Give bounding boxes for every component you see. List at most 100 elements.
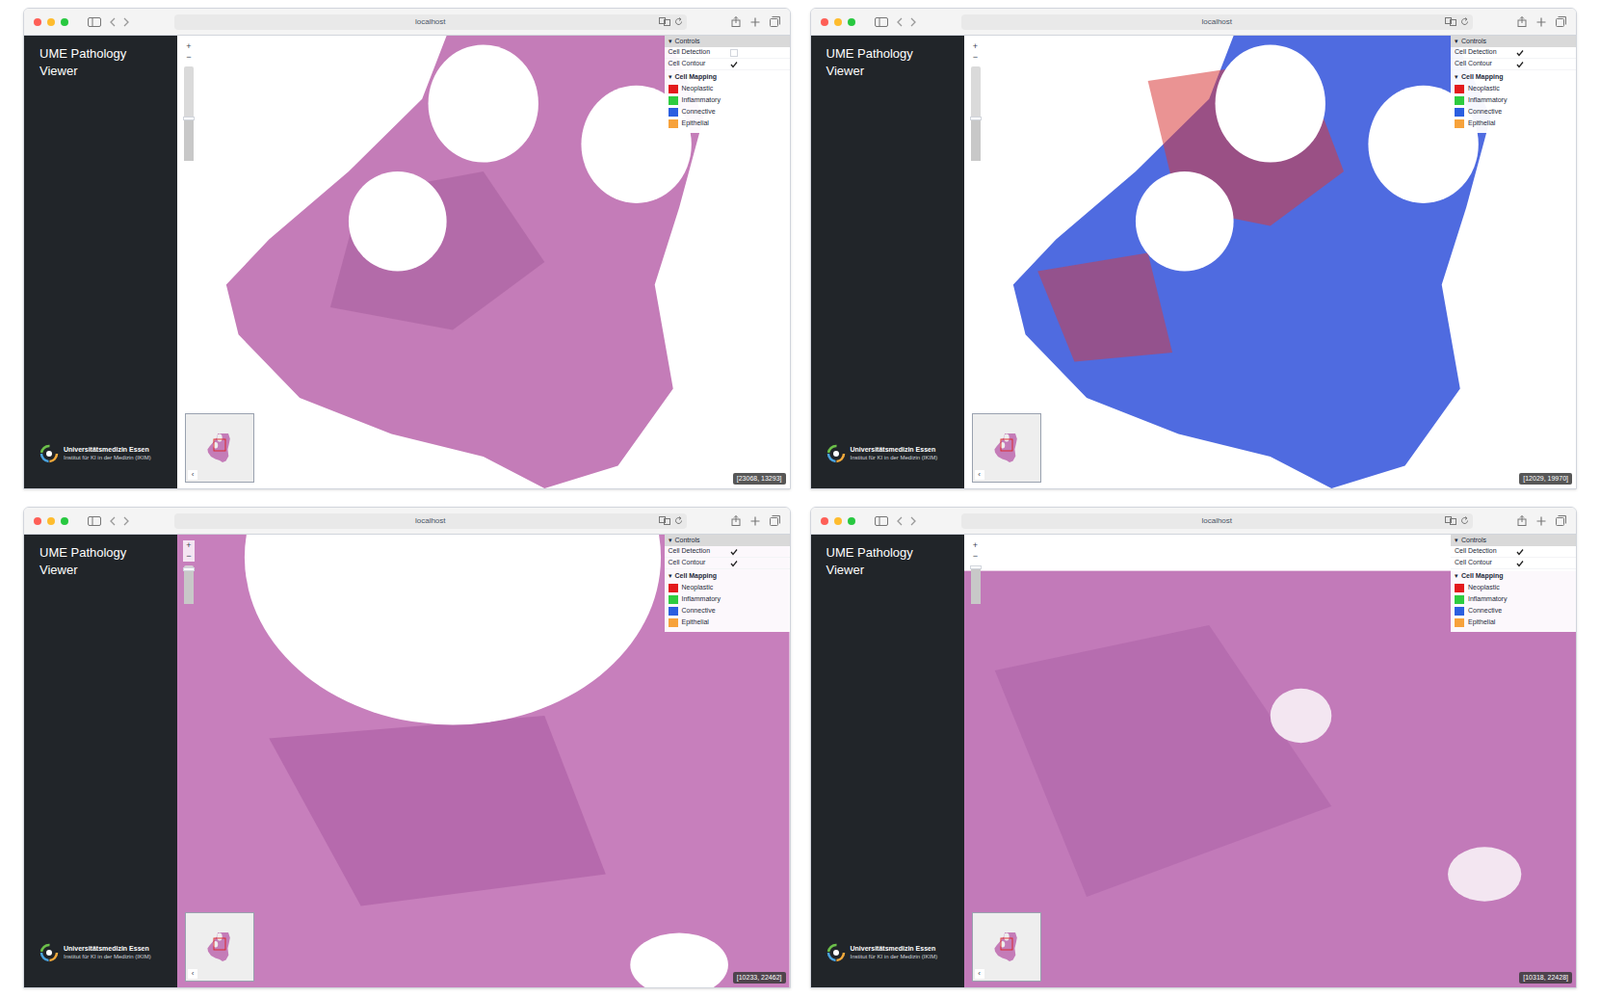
legend-header[interactable]: ▾Cell Mapping: [1450, 570, 1576, 582]
address-bar[interactable]: localhost: [174, 14, 687, 30]
toggle-row[interactable]: Cell Detection: [1450, 546, 1576, 558]
legend-header[interactable]: ▾Cell Mapping: [664, 71, 790, 83]
slide-viewer[interactable]: +− ▾ControlsCell DetectionCell Contour▾Ce…: [964, 534, 1577, 988]
collapse-caret[interactable]: ▾: [668, 72, 673, 83]
slide-viewer[interactable]: +−▾ControlsCell DetectionCell Contour▾Ce…: [964, 35, 1577, 489]
nav-group: [874, 516, 918, 526]
toggle-checkbox[interactable]: [730, 60, 738, 69]
zoom-slider-handle[interactable]: [970, 116, 982, 121]
minimap-toggle-button[interactable]: ‹: [187, 969, 198, 979]
legend-label: Neoplastic: [681, 582, 714, 594]
zoom-out-button[interactable]: −: [970, 550, 982, 562]
minimap[interactable]: ‹: [971, 413, 1042, 483]
zoom-in-button[interactable]: +: [183, 41, 195, 53]
minimap-toggle-button[interactable]: ‹: [974, 470, 985, 480]
window-button[interactable]: [47, 18, 55, 27]
zoom-slider[interactable]: [970, 565, 981, 604]
browser-window: localhostUME Pathology ViewerUniversität…: [810, 506, 1578, 989]
address-bar[interactable]: localhost: [174, 513, 687, 529]
controls-header[interactable]: ▾Controls: [664, 35, 790, 48]
collapse-caret[interactable]: ▾: [668, 36, 673, 48]
minimap[interactable]: ‹: [971, 912, 1042, 982]
url-text[interactable]: localhost: [415, 515, 446, 527]
reload-icon: [1460, 516, 1469, 525]
legend-label: Inflammatory: [1468, 594, 1507, 605]
toggle-row[interactable]: Cell Contour: [1450, 58, 1576, 71]
browser-toolbar: localhost: [24, 8, 790, 36]
toggle-row[interactable]: Cell Detection: [664, 546, 790, 558]
toggle-checkbox[interactable]: [1516, 49, 1524, 57]
zoom-slider[interactable]: [970, 66, 981, 161]
slide-viewer[interactable]: +− ▾ControlsCell DetectionCell Contour▾Ce…: [177, 35, 790, 489]
toggle-checkbox[interactable]: [1516, 60, 1524, 69]
nav-group: [874, 17, 918, 27]
controls-title: Controls: [1461, 36, 1487, 48]
window-button[interactable]: [820, 517, 829, 525]
collapse-caret[interactable]: ▾: [1454, 72, 1459, 83]
toggle-row[interactable]: Cell Contour: [1450, 557, 1576, 570]
collapse-caret[interactable]: ▾: [1454, 36, 1459, 48]
zoom-slider-handle[interactable]: [183, 116, 195, 121]
legend-swatch: [668, 84, 679, 94]
zoom-slider-handle[interactable]: [183, 567, 195, 572]
collapse-caret[interactable]: ▾: [668, 571, 673, 582]
logo-icon: [826, 444, 846, 464]
translate-icon: [658, 17, 671, 27]
minimap-toggle-button[interactable]: ‹: [974, 969, 985, 979]
window-button[interactable]: [847, 18, 856, 27]
toggle-checkbox[interactable]: [730, 548, 738, 556]
minimap[interactable]: ‹: [184, 413, 255, 483]
zoom-out-button[interactable]: −: [183, 52, 195, 63]
url-text[interactable]: localhost: [1201, 515, 1233, 527]
zoom-slider[interactable]: [183, 565, 194, 604]
collapse-caret[interactable]: ▾: [1454, 535, 1459, 547]
address-bar[interactable]: localhost: [961, 513, 1474, 529]
toggle-label: Cell Detection: [668, 47, 711, 58]
browser-toolbar: localhost: [811, 507, 1577, 535]
window-button[interactable]: [47, 517, 55, 525]
zoom-in-button[interactable]: +: [183, 540, 195, 551]
collapse-caret[interactable]: ▾: [668, 535, 673, 547]
controls-header[interactable]: ▾Controls: [1450, 534, 1576, 547]
toggle-row[interactable]: Cell Contour: [664, 557, 790, 570]
toggle-row[interactable]: Cell Detection: [1450, 47, 1576, 59]
url-text[interactable]: localhost: [1201, 16, 1233, 28]
toggle-row[interactable]: Cell Detection: [664, 47, 790, 59]
window-button[interactable]: [847, 517, 856, 525]
zoom-out-button[interactable]: −: [970, 52, 982, 63]
minimap[interactable]: ‹: [184, 912, 255, 982]
address-icons: [1444, 516, 1469, 525]
zoom-in-button[interactable]: +: [970, 540, 982, 551]
legend-header[interactable]: ▾Cell Mapping: [1450, 71, 1576, 83]
window-button[interactable]: [60, 517, 69, 525]
toggle-checkbox[interactable]: [730, 559, 738, 568]
legend-label: Connective: [681, 605, 716, 617]
controls-header[interactable]: ▾Controls: [664, 534, 790, 547]
window-button[interactable]: [33, 18, 42, 27]
legend-item: Neoplastic: [1450, 581, 1576, 594]
toggle-checkbox[interactable]: [730, 49, 738, 57]
address-bar[interactable]: localhost: [961, 14, 1474, 30]
collapse-caret[interactable]: ▾: [1454, 571, 1459, 582]
toggle-checkbox[interactable]: [1516, 548, 1524, 556]
legend-header[interactable]: ▾Cell Mapping: [664, 570, 790, 582]
url-text[interactable]: localhost: [415, 16, 446, 28]
window-button[interactable]: [60, 18, 69, 27]
window-button[interactable]: [834, 18, 842, 27]
controls-header[interactable]: ▾Controls: [1450, 35, 1576, 48]
zoom-slider-handle[interactable]: [970, 565, 982, 570]
translate-icon: [1444, 17, 1457, 27]
toggle-row[interactable]: Cell Contour: [664, 58, 790, 71]
toggle-checkbox[interactable]: [1516, 559, 1524, 568]
address-icons: [658, 516, 683, 525]
zoom-in-button[interactable]: +: [970, 41, 982, 53]
zoom-out-button[interactable]: −: [183, 550, 195, 562]
window-button[interactable]: [33, 517, 42, 525]
window-button[interactable]: [820, 18, 829, 27]
zoom-slider[interactable]: [183, 66, 194, 161]
legend-swatch: [1454, 96, 1465, 105]
legend-swatch: [668, 107, 679, 117]
minimap-toggle-button[interactable]: ‹: [187, 470, 198, 480]
window-button[interactable]: [834, 517, 842, 525]
slide-viewer[interactable]: +− ▾ControlsCell DetectionCell Contour▾Ce…: [177, 534, 790, 988]
